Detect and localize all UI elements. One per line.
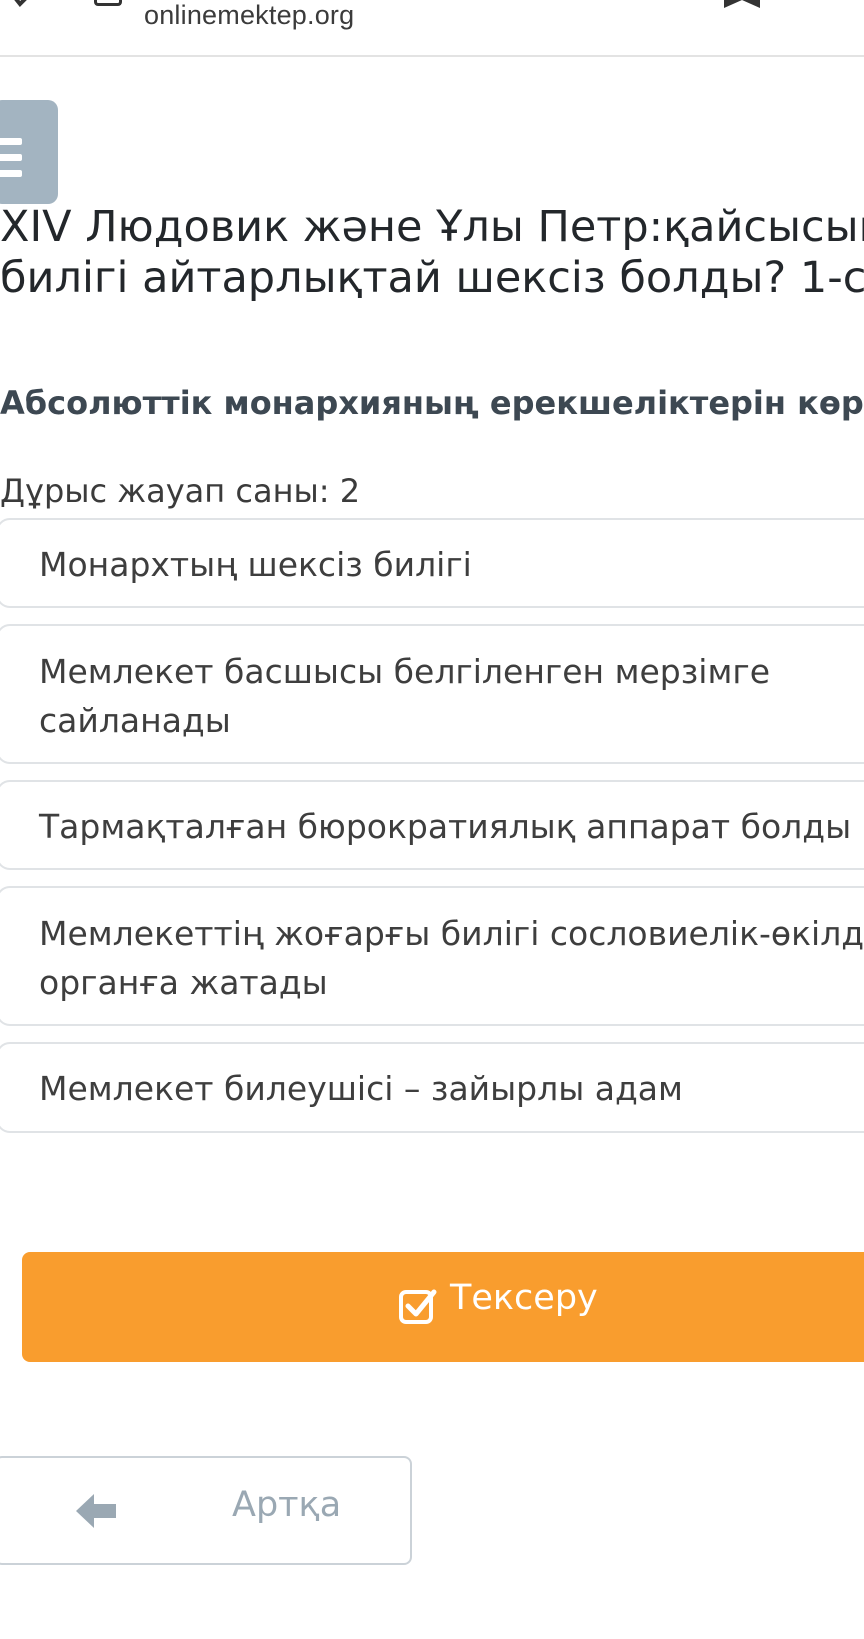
answer-option-text: Мемлекет билеушісі – зайырлы адам [39, 1069, 683, 1108]
answer-option-text: сайланады [39, 701, 231, 740]
answer-option-text: Монархтың шексіз билігі [39, 545, 472, 584]
back-button-label: Артқа [232, 1485, 342, 1525]
page: onlinemektep.org XIV Людовик және Ұлы Пе… [0, 0, 864, 1639]
browser-url[interactable]: onlinemektep.org [144, 0, 354, 31]
answer-option-1[interactable]: Монархтың шексіз билігі [0, 518, 864, 608]
answer-option-3[interactable]: Тармақталған бюрократиялық аппарат болды [0, 780, 864, 870]
menu-button[interactable] [0, 100, 58, 204]
arrow-left-icon [76, 1494, 116, 1528]
browser-back-icon[interactable] [8, 0, 34, 8]
answer-option-5[interactable]: Мемлекет билеушісі – зайырлы адам [0, 1042, 864, 1133]
task-instruction: Абсолюттік монархияның ерекшеліктерін кө… [0, 384, 864, 422]
question-line-1: XIV Людовик және Ұлы Петр:қайсысының [0, 202, 864, 252]
answer-option-text: органға жатады [39, 963, 328, 1002]
hamburger-icon-bar [0, 154, 22, 161]
question-line-2: билігі айтарлықтай шексіз болды? 1-сабақ [0, 253, 864, 303]
answer-option-2[interactable]: Мемлекет басшысы белгіленген мерзімге са… [0, 624, 864, 764]
back-button[interactable]: Артқа [0, 1456, 412, 1565]
browser-tabs-icon[interactable] [94, 0, 122, 6]
question-title: XIV Людовик және Ұлы Петр:қайсысының бил… [0, 202, 864, 304]
check-button[interactable]: Тексеру [22, 1252, 864, 1362]
answer-option-text: Тармақталған бюрократиялық аппарат болды [39, 807, 852, 846]
answer-option-text: Мемлекеттің жоғарғы билігі сословиелік-ө… [39, 914, 864, 953]
browser-address-bar: onlinemektep.org [0, 0, 864, 57]
hamburger-icon [0, 138, 22, 145]
check-button-label: Тексеру [450, 1278, 598, 1318]
answer-option-text: Мемлекет басшысы белгіленген мерзімге [39, 652, 770, 691]
checkbox-check-icon [399, 1289, 437, 1324]
correct-answer-count: Дұрыс жауап саны: 2 [0, 472, 361, 510]
hamburger-icon-bar [0, 170, 22, 177]
answer-option-4[interactable]: Мемлекеттің жоғарғы билігі сословиелік-ө… [0, 886, 864, 1026]
bookmark-icon[interactable] [724, 0, 760, 8]
